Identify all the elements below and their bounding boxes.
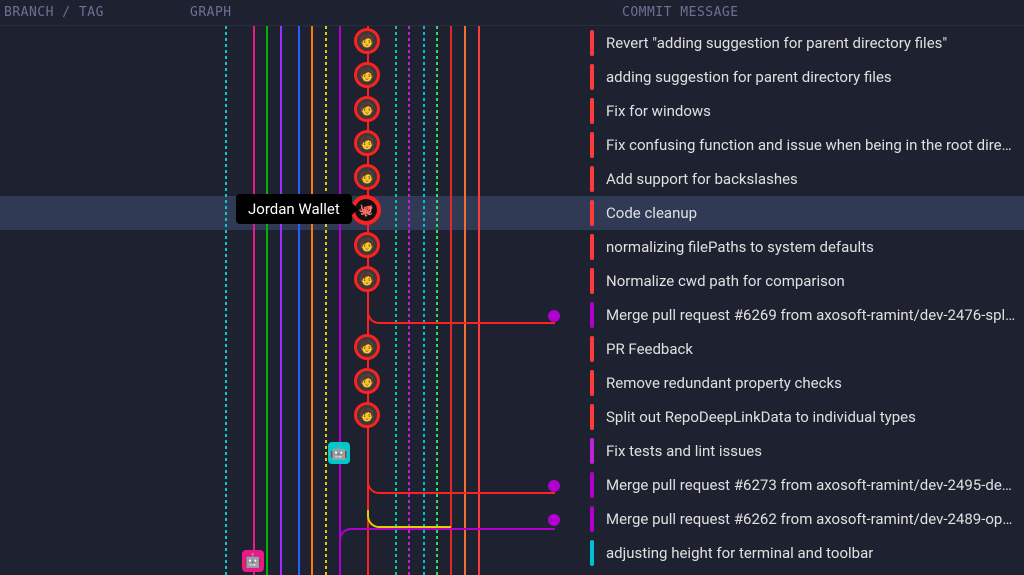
column-headers: BRANCH / TAG GRAPH COMMIT MESSAGE — [0, 0, 1024, 26]
commit-row[interactable]: Merge pull request #6273 from axosoft-ra… — [590, 468, 1024, 502]
header-branch-tag[interactable]: BRANCH / TAG — [0, 5, 186, 20]
graph-edge — [367, 306, 555, 324]
graph-lane — [325, 26, 327, 575]
commit-message: Merge pull request #6262 from axosoft-ra… — [606, 510, 1012, 528]
bot-avatar[interactable]: 🤖 — [242, 550, 264, 572]
commit-message: normalizing filePaths to system defaults — [606, 238, 874, 256]
author-tooltip: Jordan Wallet — [236, 194, 352, 224]
commit-message: Revert "adding suggestion for parent dir… — [606, 34, 947, 52]
merge-node[interactable] — [548, 514, 560, 526]
commit-row[interactable]: Merge pull request #6262 from axosoft-ra… — [590, 502, 1024, 536]
commit-color-bar — [590, 336, 594, 362]
commit-list[interactable]: Revert "adding suggestion for parent dir… — [590, 26, 1024, 570]
commit-message: Code cleanup — [606, 204, 697, 222]
commit-message: PR Feedback — [606, 340, 693, 358]
commit-color-bar — [590, 166, 594, 192]
commit-color-bar — [590, 506, 594, 532]
commit-row[interactable]: Revert "adding suggestion for parent dir… — [590, 26, 1024, 60]
commit-color-bar — [590, 200, 594, 226]
commit-color-bar — [590, 98, 594, 124]
commit-avatar[interactable]: 🧑 — [354, 96, 380, 122]
graph-edge — [367, 476, 555, 494]
commit-color-bar — [590, 234, 594, 260]
commit-row[interactable]: Split out RepoDeepLinkData to individual… — [590, 400, 1024, 434]
graph-lane — [225, 26, 227, 575]
commit-message: Fix confusing function and issue when be… — [606, 136, 1012, 154]
graph-lane — [253, 26, 255, 575]
commit-color-bar — [590, 404, 594, 430]
commit-row[interactable]: Fix for windows — [590, 94, 1024, 128]
commit-color-bar — [590, 438, 594, 464]
graph-lane — [298, 26, 300, 575]
commit-color-bar — [590, 472, 594, 498]
commit-row[interactable]: Fix confusing function and issue when be… — [590, 128, 1024, 162]
graph-lane — [266, 26, 268, 575]
commit-message: Normalize cwd path for comparison — [606, 272, 845, 290]
commit-row[interactable]: Normalize cwd path for comparison — [590, 264, 1024, 298]
graph-edge — [367, 510, 451, 528]
commit-avatar[interactable]: 🧑 — [354, 368, 380, 394]
tooltip-text: Jordan Wallet — [248, 200, 340, 218]
commit-avatar[interactable]: 🧑 — [354, 28, 380, 54]
commit-row[interactable]: Remove redundant property checks — [590, 366, 1024, 400]
commit-avatar[interactable]: 🧑 — [354, 334, 380, 360]
commit-row[interactable]: adding suggestion for parent directory f… — [590, 60, 1024, 94]
merge-node[interactable] — [548, 480, 560, 492]
commit-avatar[interactable]: 🧑 — [354, 62, 380, 88]
commit-message: Merge pull request #6269 from axosoft-ra… — [606, 306, 1015, 324]
commit-row[interactable]: Code cleanup — [590, 196, 1024, 230]
commit-color-bar — [590, 268, 594, 294]
commit-row[interactable]: adjusting height for terminal and toolba… — [590, 536, 1024, 570]
commit-row[interactable]: Fix tests and lint issues — [590, 434, 1024, 468]
commit-color-bar — [590, 132, 594, 158]
commit-color-bar — [590, 540, 594, 566]
commit-color-bar — [590, 30, 594, 56]
commit-message: Split out RepoDeepLinkData to individual… — [606, 408, 916, 426]
commit-avatar[interactable]: 🧑 — [354, 232, 380, 258]
commit-avatar[interactable]: 🧑 — [354, 266, 380, 292]
commit-row[interactable]: Add support for backslashes — [590, 162, 1024, 196]
commit-graph[interactable]: 🧑 🧑 🧑 🧑 🧑 🐙 🧑 🧑 🧑 🧑 🧑 🤖 🤖 Jordan Wallet — [186, 26, 590, 575]
commit-row[interactable]: Merge pull request #6269 from axosoft-ra… — [590, 298, 1024, 332]
commit-message: adjusting height for terminal and toolba… — [606, 544, 873, 562]
commit-message: adding suggestion for parent directory f… — [606, 68, 892, 86]
header-graph[interactable]: GRAPH — [186, 5, 590, 20]
commit-message: Fix tests and lint issues — [606, 442, 762, 460]
header-commit-msg[interactable]: COMMIT MESSAGE — [590, 5, 1024, 20]
commit-message: Fix for windows — [606, 102, 711, 120]
graph-lane — [339, 26, 341, 575]
commit-color-bar — [590, 302, 594, 328]
bot-avatar[interactable]: 🤖 — [328, 442, 350, 464]
commit-avatar[interactable]: 🧑 — [354, 402, 380, 428]
commit-avatar[interactable]: 🧑 — [354, 130, 380, 156]
commit-message: Remove redundant property checks — [606, 374, 842, 392]
commit-color-bar — [590, 370, 594, 396]
graph-edge — [339, 528, 555, 546]
graph-lane — [280, 26, 282, 575]
commit-message: Merge pull request #6273 from axosoft-ra… — [606, 476, 1012, 494]
commit-message: Add support for backslashes — [606, 170, 798, 188]
commit-row[interactable]: normalizing filePaths to system defaults — [590, 230, 1024, 264]
commit-avatar[interactable]: 🧑 — [354, 164, 380, 190]
merge-node[interactable] — [548, 310, 560, 322]
commit-color-bar — [590, 64, 594, 90]
commit-row[interactable]: PR Feedback — [590, 332, 1024, 366]
graph-lane — [311, 26, 313, 575]
